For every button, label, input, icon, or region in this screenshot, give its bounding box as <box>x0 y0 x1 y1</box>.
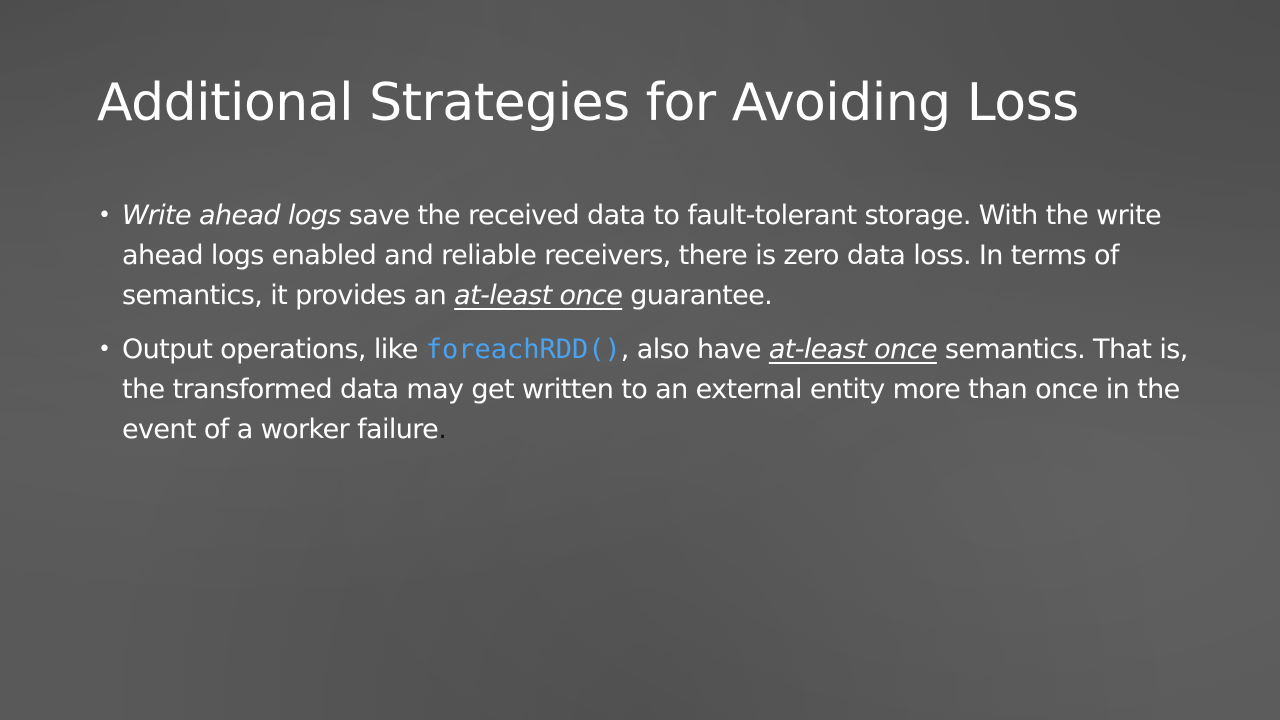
term-at-least-once: at-least once <box>768 334 938 365</box>
bullet-text: , also have <box>620 334 769 365</box>
bullet-text: Output operations, like <box>122 334 426 365</box>
bullet-item-write-ahead-logs: • Write ahead logs save the received data… <box>98 196 1188 316</box>
bullet-list: • Write ahead logs save the received data… <box>98 196 1188 464</box>
code-foreachrdd: foreachRDD() <box>425 334 621 365</box>
term-write-ahead-logs: Write ahead logs <box>122 200 341 231</box>
term-at-least-once: at-least once <box>454 280 623 311</box>
bullet-marker: • <box>98 337 111 362</box>
slide-title: Additional Strategies for Avoiding Loss <box>97 73 1079 133</box>
bullet-item-output-operations: • Output operations, like foreachRDD(), a… <box>98 330 1188 450</box>
bullet-marker: • <box>98 203 111 228</box>
bullet-text: guarantee. <box>622 280 773 311</box>
bullet-end-period: . <box>438 414 447 445</box>
slide: Additional Strategies for Avoiding Loss … <box>0 0 1280 720</box>
